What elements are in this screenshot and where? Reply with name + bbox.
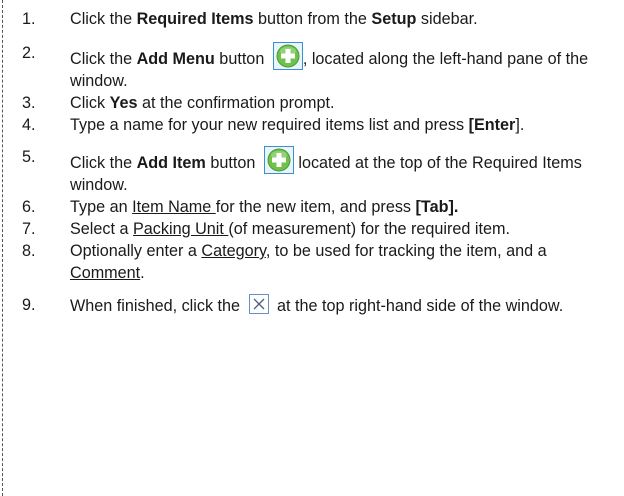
step-text: Click the Required Items button from the…: [70, 10, 478, 28]
underlined-term: Comment: [70, 264, 141, 282]
step-text-run: button from the: [253, 10, 372, 28]
underlined-term: Category: [201, 242, 266, 260]
step-item: 2. Click the Add Menu button , located al…: [22, 42, 622, 92]
step-item: 4. Type a name for your new required item…: [22, 114, 622, 136]
step-number: 8.: [22, 242, 36, 260]
step-number: 6.: [22, 198, 36, 216]
bold-term: [Enter: [468, 116, 516, 134]
step-text-run: button: [205, 154, 260, 172]
step-number: 3.: [22, 94, 36, 112]
step-item: 8. Optionally enter a Category, to be use…: [22, 240, 622, 284]
step-item: 7. Select a Packing Unit (of measurement)…: [22, 218, 622, 240]
instruction-steps-list: 1. Click the Required Items button from t…: [22, 0, 622, 317]
step-text: Click Yes at the confirmation prompt.: [70, 94, 335, 112]
bold-term: Required Items: [136, 10, 254, 28]
step-text-run: sidebar.: [416, 10, 478, 28]
step-item: 1. Click the Required Items button from t…: [22, 8, 622, 30]
step-item: 3. Click Yes at the confirmation prompt.: [22, 92, 622, 114]
step-text-run: Optionally enter a: [70, 242, 202, 260]
underlined-term: Item Name: [132, 198, 216, 216]
step-text-run: Select a: [70, 220, 133, 238]
step-number: 7.: [22, 220, 36, 238]
step-number: 2.: [22, 44, 36, 62]
step-text-run: Type an: [70, 198, 133, 216]
step-text-run: at the confirmation prompt.: [137, 94, 335, 112]
step-text-run: Click the: [70, 154, 137, 172]
step-number: 5.: [22, 148, 36, 166]
bold-term: Yes: [109, 94, 138, 112]
bold-term: [Tab].: [415, 198, 459, 216]
step-number: 9.: [22, 296, 36, 314]
step-text: Optionally enter a Category, to be used …: [70, 242, 547, 282]
step-text: Click the Add Item button located at the…: [70, 146, 582, 194]
underlined-term: Packing Unit: [133, 220, 229, 238]
add-plus-icon: [272, 42, 303, 70]
step-item: 9. When finished, click the at the top ri…: [22, 294, 622, 317]
step-item: 5. Click the Add Item button located at t…: [22, 146, 622, 196]
close-box-icon: [248, 294, 269, 314]
step-text: Type a name for your new required items …: [70, 116, 524, 134]
step-text-run: at the top right-hand side of the window…: [272, 297, 564, 315]
step-number: 1.: [22, 10, 36, 28]
step-text: Type an Item Name for the new item, and …: [70, 198, 458, 216]
step-text: When finished, click the at the top righ…: [70, 294, 564, 315]
step-text-run: Click the: [70, 50, 137, 68]
step-text-run: When finished, click the: [70, 297, 245, 315]
step-item: 6. Type an Item Name for the new item, an…: [22, 196, 622, 218]
bold-term: Add Item: [136, 154, 206, 172]
add-plus-icon: [263, 146, 294, 174]
step-number: 4.: [22, 116, 36, 134]
dashed-left-border: [2, 0, 3, 496]
step-text-run: Click: [70, 94, 110, 112]
step-text: Select a Packing Unit (of measurement) f…: [70, 220, 510, 238]
step-text-run: for the new item, and press: [215, 198, 416, 216]
step-text-run: , to be used for tracking the item, and …: [265, 242, 547, 260]
step-text-run: ].: [515, 116, 525, 134]
step-text-run: .: [140, 264, 145, 282]
step-text-run: (of measurement) for the required item.: [228, 220, 510, 238]
bold-term: Setup: [371, 10, 417, 28]
bold-term: Add Menu: [136, 50, 215, 68]
step-text: Click the Add Menu button , located alon…: [70, 42, 588, 90]
step-text-run: Click the: [70, 10, 137, 28]
step-text-run: Type a name for your new required items …: [70, 116, 469, 134]
step-text-run: button: [214, 50, 269, 68]
